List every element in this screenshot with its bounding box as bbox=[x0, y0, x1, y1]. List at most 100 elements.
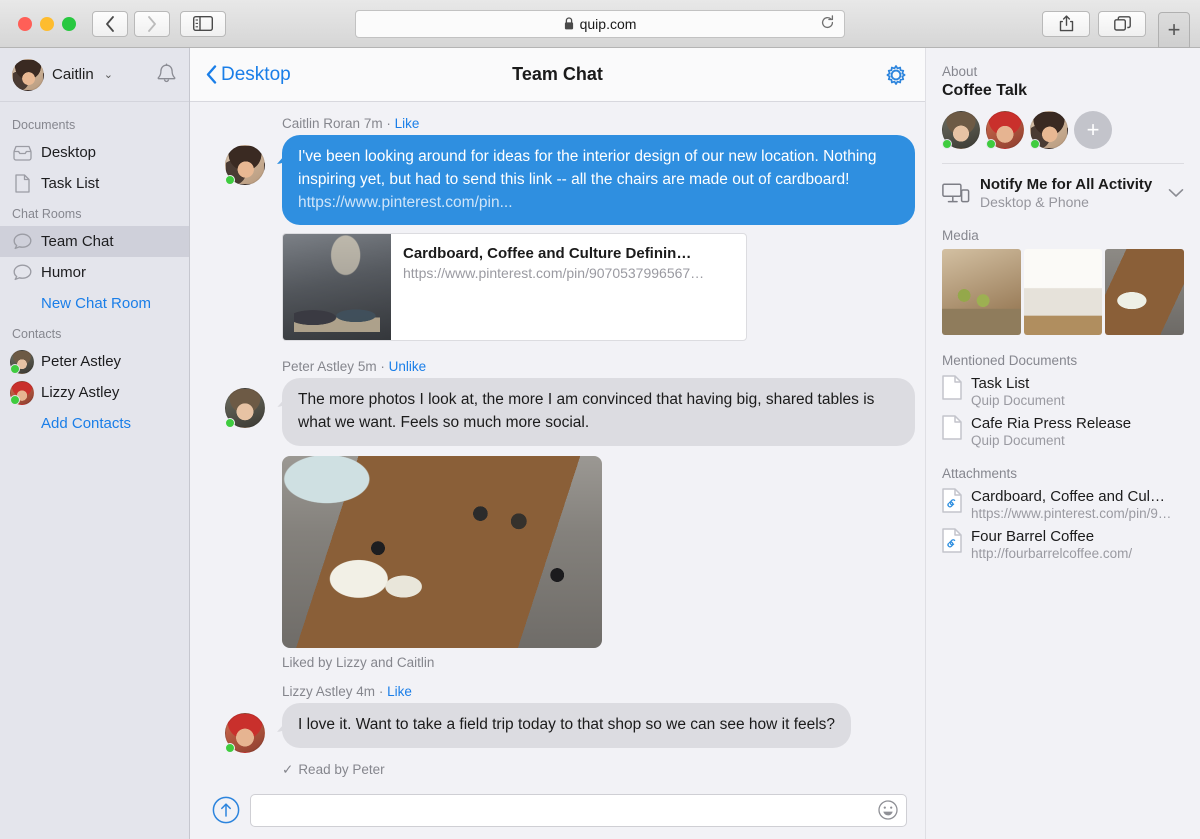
address-bar[interactable]: quip.com bbox=[355, 9, 845, 38]
chevron-down-icon[interactable] bbox=[1168, 188, 1184, 198]
notification-subtitle: Desktop & Phone bbox=[980, 194, 1089, 210]
sidebar-item-team-chat[interactable]: Team Chat bbox=[0, 226, 189, 257]
notifications-bell-icon[interactable] bbox=[156, 63, 177, 86]
inbox-icon bbox=[12, 145, 32, 161]
link-attachment-icon bbox=[942, 488, 962, 513]
message-list[interactable]: Caitlin Roran 7m · Like I've been lookin… bbox=[190, 102, 925, 781]
gear-icon[interactable] bbox=[883, 62, 909, 88]
avatar[interactable] bbox=[225, 388, 265, 429]
sidebar-item-lizzy-astley[interactable]: Lizzy Astley bbox=[0, 377, 189, 408]
message-text: I love it. Want to take a field trip tod… bbox=[298, 715, 836, 733]
link-preview-thumbnail bbox=[283, 234, 391, 341]
room-name: Coffee Talk bbox=[942, 82, 1028, 99]
reload-icon bbox=[822, 14, 834, 28]
notification-setting[interactable]: Notify Me for All Activity Desktop & Pho… bbox=[942, 176, 1184, 210]
share-button[interactable] bbox=[1042, 10, 1090, 37]
mentioned-document-item[interactable]: Task List Quip Document bbox=[942, 375, 1184, 408]
sidebar-user-header: Caitlin ⌄ bbox=[0, 48, 189, 102]
read-receipt-label: Read by Peter bbox=[298, 762, 385, 778]
back-to-desktop-link[interactable]: Desktop bbox=[206, 64, 291, 86]
reload-button[interactable] bbox=[820, 14, 835, 33]
show-tabs-button[interactable] bbox=[1098, 10, 1146, 37]
minimize-window-button[interactable] bbox=[40, 16, 54, 31]
online-status-dot bbox=[225, 418, 235, 429]
avatar[interactable] bbox=[225, 145, 265, 185]
attachment-url: http://fourbarrelcoffee.com/ bbox=[971, 546, 1133, 561]
media-thumbnail[interactable] bbox=[942, 249, 1021, 335]
message-inline-link[interactable]: https://www.pinterest.com/pin... bbox=[298, 194, 513, 211]
unlike-button[interactable]: Unlike bbox=[389, 359, 427, 374]
add-member-button[interactable]: + bbox=[1074, 111, 1112, 149]
message-input[interactable] bbox=[261, 794, 878, 826]
message-author: Peter Astley bbox=[282, 359, 355, 375]
avatar bbox=[10, 349, 34, 374]
navigation-buttons bbox=[92, 10, 170, 37]
current-user-name: Caitlin bbox=[52, 66, 94, 83]
attachment-item[interactable]: Cardboard, Coffee and Cul… https://www.p… bbox=[942, 488, 1184, 521]
media-thumbnail[interactable] bbox=[1105, 249, 1185, 335]
sidebar-item-label: Task List bbox=[41, 175, 100, 192]
sidebar-toggle-button[interactable] bbox=[180, 10, 226, 37]
message-item: Peter Astley 5m · Unlike The more photos… bbox=[212, 359, 915, 670]
add-contacts-link[interactable]: Add Contacts bbox=[0, 408, 189, 439]
sidebar-sections: Documents Desktop Task List Chat Rooms T… bbox=[0, 102, 189, 839]
mentioned-document-item[interactable]: Cafe Ria Press Release Quip Document bbox=[942, 415, 1184, 448]
forward-button[interactable] bbox=[134, 10, 170, 37]
avatar[interactable] bbox=[942, 111, 980, 149]
message-meta: Lizzy Astley 4m · Like bbox=[282, 684, 915, 699]
browser-toolbar: quip.com + bbox=[0, 0, 1200, 48]
member-avatars: + bbox=[942, 111, 1184, 149]
sidebar-item-task-list[interactable]: Task List bbox=[0, 168, 189, 199]
new-tab-button[interactable]: + bbox=[1158, 11, 1190, 48]
message-bubble: I love it. Want to take a field trip tod… bbox=[282, 702, 852, 748]
photo-attachment[interactable] bbox=[282, 455, 602, 648]
message-text: I've been looking around for ideas for t… bbox=[298, 148, 877, 188]
arrow-up-circle-icon bbox=[212, 796, 240, 824]
back-link-label: Desktop bbox=[221, 63, 291, 85]
like-button[interactable]: Like bbox=[387, 684, 412, 699]
document-title: Cafe Ria Press Release bbox=[971, 415, 1132, 432]
media-label: Media bbox=[942, 228, 979, 243]
avatar[interactable] bbox=[986, 111, 1024, 149]
close-window-button[interactable] bbox=[18, 16, 32, 31]
attachment-item[interactable]: Four Barrel Coffee http://fourbarrelcoff… bbox=[942, 528, 1184, 561]
composer-input-wrapper[interactable] bbox=[250, 793, 907, 827]
section-label-chat-rooms: Chat Rooms bbox=[12, 207, 82, 221]
media-thumbnail[interactable] bbox=[1023, 249, 1103, 335]
new-chat-room-link[interactable]: New Chat Room bbox=[0, 288, 189, 319]
online-status-dot bbox=[1030, 139, 1040, 149]
avatar[interactable] bbox=[12, 58, 44, 91]
message-time: 4m bbox=[356, 683, 376, 699]
page-title: Team Chat bbox=[512, 64, 603, 84]
chevron-down-icon[interactable]: ⌄ bbox=[104, 68, 113, 81]
chat-header: Desktop Team Chat bbox=[190, 48, 925, 102]
maximize-window-button[interactable] bbox=[62, 16, 76, 31]
avatar[interactable] bbox=[225, 712, 265, 753]
back-button[interactable] bbox=[92, 10, 128, 37]
avatar bbox=[10, 380, 34, 405]
sidebar-item-peter-astley[interactable]: Peter Astley bbox=[0, 346, 189, 377]
message-time: 5m bbox=[357, 359, 377, 375]
sidebar-item-humor[interactable]: Humor bbox=[0, 257, 189, 288]
send-button[interactable] bbox=[212, 796, 240, 824]
document-icon bbox=[942, 415, 962, 440]
sidebar-item-label: Team Chat bbox=[41, 233, 114, 250]
link-preview-card[interactable]: Cardboard, Coffee and Culture Definin… h… bbox=[282, 233, 747, 342]
mentioned-documents-section: Mentioned Documents Task List Quip Docum… bbox=[942, 353, 1184, 448]
message-bubble: The more photos I look at, the more I am… bbox=[282, 378, 915, 446]
sidebar-item-desktop[interactable]: Desktop bbox=[0, 137, 189, 168]
online-status-dot bbox=[10, 394, 20, 405]
message-meta: Caitlin Roran 7m · Like bbox=[282, 116, 915, 131]
document-title: Task List bbox=[971, 375, 1030, 392]
emoji-icon[interactable] bbox=[878, 800, 898, 820]
meta-separator: · bbox=[386, 116, 391, 131]
sidebar-icon bbox=[193, 16, 213, 31]
media-section: Media bbox=[942, 228, 1185, 335]
document-subtitle: Quip Document bbox=[971, 433, 1065, 448]
avatar[interactable] bbox=[1030, 111, 1068, 149]
message-text: The more photos I look at, the more I am… bbox=[298, 391, 875, 432]
section-label-documents: Documents bbox=[12, 118, 76, 132]
app-container: Caitlin ⌄ Documents Desktop Task List Ch… bbox=[0, 48, 1200, 839]
read-receipt: ✓ Read by Peter bbox=[282, 762, 915, 778]
like-button[interactable]: Like bbox=[395, 116, 420, 131]
